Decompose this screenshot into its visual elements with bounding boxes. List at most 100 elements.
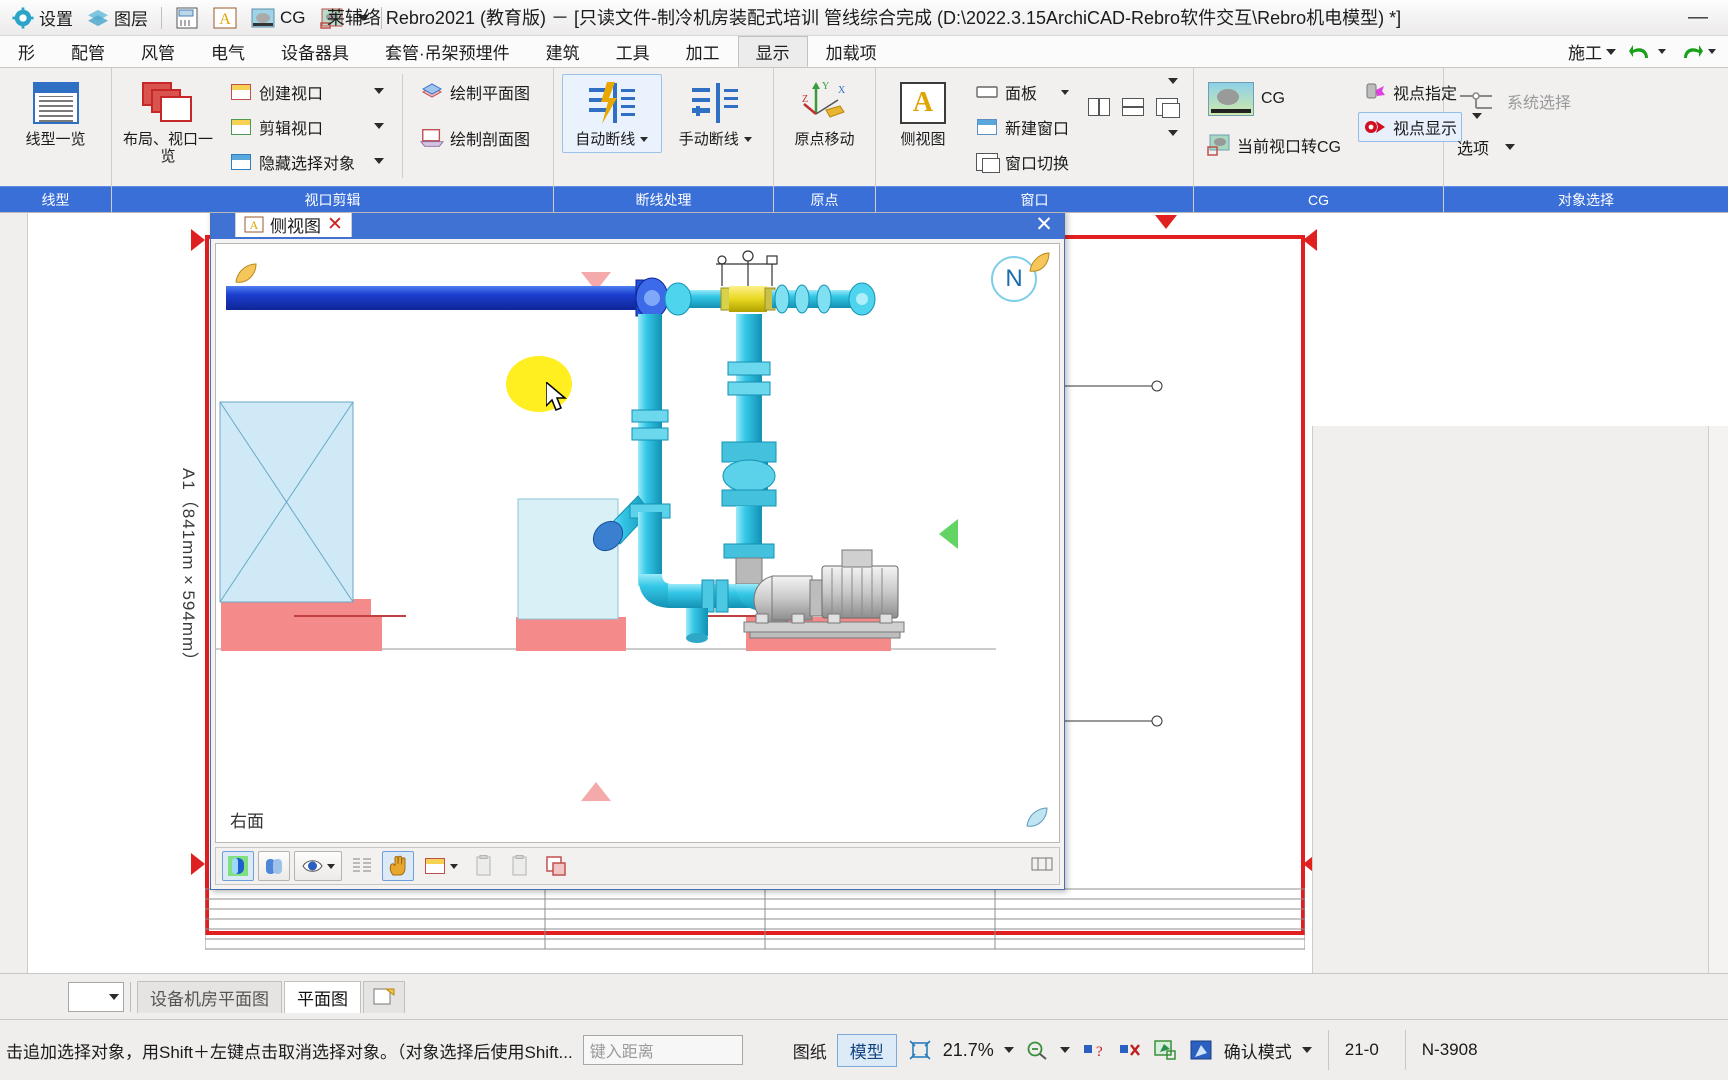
zoom-out-button[interactable] <box>1024 1038 1050 1062</box>
fit-view-button[interactable] <box>907 1038 933 1062</box>
close-icon[interactable]: ✕ <box>327 213 343 236</box>
svg-text:A: A <box>250 218 259 232</box>
chevron-down-icon[interactable] <box>1301 1047 1312 1053</box>
tab-addins[interactable]: 加载项 <box>808 36 895 67</box>
tab-tools[interactable]: 工具 <box>598 36 668 67</box>
chevron-down-icon[interactable] <box>1061 89 1070 95</box>
chevron-down-icon[interactable] <box>1168 78 1179 84</box>
view3d-button[interactable] <box>1152 1038 1178 1062</box>
panel-button[interactable]: 面板 <box>970 77 1074 107</box>
options-button[interactable]: 选项 <box>1452 132 1520 162</box>
sheet-mode-label[interactable]: 图纸 <box>793 1038 827 1063</box>
cascade-icon[interactable] <box>1156 98 1181 118</box>
minimize-button[interactable]: — <box>1678 4 1718 30</box>
side-view-tab[interactable]: A 侧视图 ✕ <box>235 213 352 237</box>
copy-in-button[interactable] <box>468 851 500 881</box>
confirm-mode-icon-wrap[interactable] <box>1188 1038 1214 1062</box>
drawing-canvas[interactable]: A1（841mm×594mm） 23 <box>0 213 1728 973</box>
distance-input[interactable]: 键入距离 <box>582 1035 743 1065</box>
draw-plan-button[interactable]: 绘制平面图 <box>415 77 535 107</box>
chevron-down-icon[interactable] <box>374 88 385 95</box>
tab-architecture[interactable]: 建筑 <box>528 36 598 67</box>
system-select-button[interactable]: 系统选择 <box>1452 86 1576 116</box>
new-window-button[interactable]: 新建窗口 <box>970 112 1074 142</box>
fit-view-icon <box>909 1040 931 1060</box>
clip-viewport-button[interactable]: 剪辑视口 <box>224 112 360 142</box>
undo-button[interactable] <box>1624 42 1670 62</box>
tab-fabrication[interactable]: 加工 <box>668 36 738 67</box>
tab-sleeve-hanger[interactable]: 套管·吊架预埋件 <box>367 36 528 67</box>
render-mode-button[interactable] <box>222 851 254 881</box>
chevron-down-icon[interactable] <box>1168 130 1179 136</box>
add-sheet-button[interactable] <box>363 980 405 1013</box>
chevron-down-icon[interactable] <box>374 122 385 129</box>
tab-xing[interactable]: 形 <box>0 36 53 67</box>
origin-move-button[interactable]: X Y Z 原点移动 <box>782 74 867 153</box>
mode-selector[interactable]: 施工 <box>1564 39 1620 64</box>
side-view-close-button[interactable]: ✕ <box>1032 213 1056 236</box>
tab-electrical[interactable]: 电气 <box>193 36 263 67</box>
linetype-list-button[interactable]: 线型一览 <box>13 74 99 153</box>
viewport-to-cg-button[interactable]: 当前视口转CG <box>1202 130 1346 160</box>
create-viewport-button[interactable]: 创建视口 <box>224 77 360 107</box>
qat-cg[interactable]: CG <box>245 4 312 32</box>
status-message: 击追加选择对象，用Shift＋左键点击取消选择对象。（对象选择后使用Shift.… <box>6 1042 573 1062</box>
manual-break-line-button[interactable]: 手动断线 <box>666 74 766 153</box>
draw-section-button[interactable]: 绘制剖面图 <box>415 123 535 153</box>
new-view-button[interactable] <box>418 851 464 881</box>
confirm-mode-label[interactable]: 确认模式 <box>1224 1038 1292 1063</box>
ribbon-group-object-select: 系统选择 选项 对象选择 <box>1444 68 1728 212</box>
zoom-level[interactable]: 21.7% <box>943 1040 994 1061</box>
cg-render-button[interactable]: CG <box>1202 78 1346 120</box>
switch-window-button[interactable]: 窗口切换 <box>970 147 1074 177</box>
shade-mode-button[interactable] <box>258 851 290 881</box>
redo-button[interactable] <box>1674 42 1720 62</box>
chevron-down-icon[interactable] <box>374 157 385 164</box>
chevron-down-icon[interactable] <box>1003 1047 1014 1053</box>
hand-pan-button[interactable] <box>382 851 414 881</box>
tab-duct[interactable]: 风管 <box>123 36 193 67</box>
qat-more-dropdown[interactable] <box>352 4 374 32</box>
qat-viewport-cg[interactable] <box>314 4 350 32</box>
hide-selected-button[interactable]: 隐藏选择对象 <box>224 147 360 177</box>
chevron-down-icon[interactable] <box>1059 1047 1070 1053</box>
chevron-down-icon[interactable] <box>640 137 649 143</box>
side-view-3d-canvas[interactable]: N 右面 <box>215 243 1060 843</box>
auto-break-line-button[interactable]: 自动断线 <box>562 74 662 154</box>
sheet-tab-equipment-room-plan[interactable]: 设备机房平面图 <box>137 980 282 1013</box>
model-mode-toggle[interactable]: 模型 <box>836 1033 897 1067</box>
add-sheet-icon <box>373 988 395 1005</box>
sheet-dropdown[interactable] <box>68 981 124 1012</box>
side-view-button[interactable]: A 侧视图 <box>884 74 962 153</box>
chevron-down-icon[interactable] <box>743 137 752 143</box>
svg-text:X: X <box>838 85 846 96</box>
sheet-tab-plan[interactable]: 平面图 <box>284 980 361 1013</box>
clear-select-button[interactable] <box>1116 1038 1142 1062</box>
chevron-down-icon[interactable] <box>326 863 335 869</box>
svg-text:Z: Z <box>802 94 808 105</box>
export-view-button[interactable] <box>540 851 572 881</box>
copy-out-button[interactable] <box>504 851 536 881</box>
chevron-down-icon[interactable] <box>1505 144 1516 150</box>
hatch-button[interactable] <box>346 851 378 881</box>
help-select-button[interactable]: ? <box>1080 1038 1106 1062</box>
split-vertical-icon[interactable] <box>1088 98 1111 116</box>
tab-display[interactable]: 显示 <box>737 36 808 67</box>
tab-piping[interactable]: 配管 <box>53 36 123 67</box>
tab-equipment[interactable]: 设备器具 <box>263 36 367 67</box>
qat-layers[interactable]: 图层 <box>81 4 154 32</box>
qat-ruler[interactable] <box>169 4 205 32</box>
qat-text-style[interactable]: A <box>207 4 243 32</box>
canvas-vertical-scrollbar[interactable] <box>1708 426 1728 973</box>
viewpoint-show-icon <box>1363 117 1387 137</box>
resize-grip[interactable] <box>1031 855 1053 878</box>
qat-settings[interactable]: 设置 <box>6 4 79 32</box>
paper-size-label: A1（841mm×594mm） <box>179 468 198 671</box>
side-view-window[interactable]: A 侧视图 ✕ ✕ N 右面 <box>210 213 1065 890</box>
split-horizontal-icon[interactable] <box>1122 98 1145 116</box>
chevron-down-icon[interactable] <box>449 863 458 869</box>
eye-visibility-button[interactable] <box>294 851 342 881</box>
layout-viewport-list-button[interactable]: 布局、视口一览 <box>120 74 216 171</box>
group-label-window: 窗口 <box>876 186 1193 212</box>
svg-text:Y: Y <box>822 81 829 92</box>
